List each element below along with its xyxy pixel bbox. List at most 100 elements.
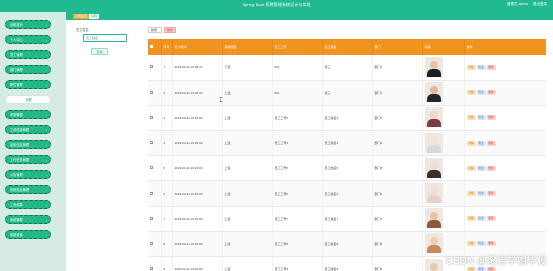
- sidebar-item-label: 员工管理: [10, 53, 23, 57]
- edit-button[interactable]: 修改: [476, 241, 486, 247]
- edit-button[interactable]: 修改: [476, 165, 486, 171]
- cell-time: 2023-03-21 16:09:33: [172, 80, 223, 106]
- detail-button[interactable]: 详情: [466, 90, 476, 96]
- breadcrumb-home[interactable]: 系统首页: [73, 14, 90, 19]
- sidebar-item[interactable]: 工资结算 ›: [5, 200, 51, 209]
- sidebar-item-label: 工资结算: [10, 203, 23, 207]
- cell-avatar: [422, 80, 465, 106]
- cell-dept: 部门6: [372, 180, 423, 207]
- row-checkbox-cell[interactable]: [148, 231, 162, 258]
- edit-button[interactable]: 修改: [476, 115, 486, 121]
- row-checkbox-cell[interactable]: [148, 180, 162, 207]
- sidebar-item-label: 职位管理: [10, 83, 23, 87]
- delete-button[interactable]: 删除: [486, 191, 496, 197]
- detail-button[interactable]: 详情: [466, 64, 476, 70]
- edit-button[interactable]: 修改: [476, 140, 486, 146]
- avatar-body: [426, 144, 441, 153]
- edit-button[interactable]: 修改: [476, 216, 486, 222]
- chevron-right-icon: ›: [46, 187, 47, 192]
- row-checkbox-cell[interactable]: [148, 55, 162, 81]
- cell-emp-no: 员工工号4: [272, 130, 323, 157]
- batch-delete-button[interactable]: 删除: [164, 27, 176, 33]
- row-checkbox[interactable]: [150, 191, 153, 195]
- cell-actions: 详情 修改 删除: [464, 155, 546, 182]
- sidebar-item[interactable]: 职位管理 ›: [5, 80, 51, 89]
- sidebar-item[interactable]: 请假: [5, 95, 51, 104]
- cell-index: 7: [161, 206, 173, 232]
- row-checkbox[interactable]: [150, 166, 153, 170]
- sidebar-item[interactable]: 个人中心 ›: [5, 35, 51, 44]
- delete-button[interactable]: 删除: [486, 216, 496, 222]
- sidebar-item[interactable]: 系统设置 ›: [5, 230, 51, 239]
- row-checkbox-cell[interactable]: [148, 256, 162, 271]
- sidebar-item[interactable]: 部门管理 ›: [5, 65, 51, 74]
- search-input[interactable]: [83, 34, 127, 42]
- select-all-checkbox[interactable]: [150, 45, 153, 48]
- sidebar-item[interactable]: 加班信息管理 ›: [5, 140, 51, 149]
- detail-button[interactable]: 详情: [466, 216, 476, 222]
- delete-button[interactable]: 删除: [486, 241, 496, 247]
- row-checkbox[interactable]: [150, 115, 153, 119]
- row-checkbox[interactable]: [150, 141, 153, 145]
- avatar: [424, 233, 443, 254]
- detail-button[interactable]: 详情: [466, 140, 476, 146]
- detail-button[interactable]: 详情: [466, 241, 476, 247]
- avatar-face: [429, 187, 438, 196]
- cell-index: 5: [161, 155, 173, 182]
- edit-button[interactable]: 修改: [476, 191, 486, 197]
- search-button[interactable]: 查询: [91, 48, 108, 55]
- detail-button[interactable]: 详情: [466, 191, 476, 197]
- cell-index: 6: [161, 180, 173, 207]
- sidebar-item[interactable]: 系统信息管理 ›: [5, 185, 51, 194]
- delete-button[interactable]: 删除: [486, 140, 496, 146]
- sidebar-item-label: 请假: [25, 98, 32, 102]
- row-checkbox[interactable]: [150, 216, 153, 220]
- cell-index: 8: [161, 231, 173, 258]
- detail-button[interactable]: 详情: [466, 165, 476, 171]
- row-checkbox-cell[interactable]: [148, 206, 162, 232]
- logout-link[interactable]: 退出登录: [533, 2, 547, 6]
- cell-time: 2023-03-21 16:20:99: [172, 105, 223, 132]
- chevron-right-icon: ›: [46, 22, 47, 27]
- row-checkbox[interactable]: [150, 241, 153, 245]
- row-checkbox-cell[interactable]: [148, 105, 162, 132]
- cell-time: 2023-03-21 16:20:99: [172, 155, 223, 182]
- row-checkbox-cell[interactable]: [148, 155, 162, 182]
- cell-actions: 详情 修改 删除: [464, 105, 546, 132]
- sidebar-item[interactable]: 员工管理 ›: [5, 50, 51, 59]
- delete-button[interactable]: 删除: [486, 266, 496, 271]
- delete-button[interactable]: 删除: [486, 115, 496, 121]
- avatar: [424, 56, 443, 77]
- delete-button[interactable]: 删除: [486, 90, 496, 96]
- sidebar-item[interactable]: 公告管理 ›: [5, 170, 51, 179]
- sidebar-item[interactable]: 工资信息管理 ›: [5, 125, 51, 134]
- row-checkbox[interactable]: [150, 90, 153, 94]
- row-checkbox[interactable]: [150, 267, 153, 271]
- breadcrumb-bar: [66, 12, 553, 20]
- row-checkbox-cell[interactable]: [148, 130, 162, 157]
- avatar-body: [426, 169, 441, 178]
- edit-button[interactable]: 修改: [476, 90, 486, 96]
- cell-index: 4: [161, 130, 173, 157]
- table-row: 4 2023-03-21 16:20:99 上班 员工工号4 员工姓名4 部门4 详情 修改删…: [148, 130, 546, 157]
- sidebar-item[interactable]: 系统管理 ›: [5, 215, 51, 224]
- detail-button[interactable]: 详情: [466, 115, 476, 121]
- column-header: 操作: [464, 39, 546, 55]
- edit-button[interactable]: 修改: [476, 64, 486, 70]
- chevron-right-icon: ›: [46, 142, 47, 147]
- delete-button[interactable]: 删除: [486, 64, 496, 70]
- add-button[interactable]: 新增: [148, 27, 162, 33]
- avatar-face: [429, 111, 438, 120]
- detail-button[interactable]: 详情: [466, 266, 476, 271]
- avatar-face: [429, 262, 438, 271]
- sidebar-item[interactable]: 工作任务管理 ›: [5, 155, 51, 164]
- edit-button[interactable]: 修改: [476, 266, 486, 271]
- select-all-checkbox-cell[interactable]: [148, 39, 162, 55]
- sidebar-item[interactable]: 考勤管理 ›: [5, 110, 51, 119]
- cell-dept: 部门8: [372, 231, 423, 258]
- sidebar-item[interactable]: 系统首页 ›: [5, 20, 51, 29]
- column-header: 部门: [372, 39, 423, 55]
- row-checkbox[interactable]: [150, 65, 153, 69]
- row-checkbox-cell[interactable]: [148, 80, 162, 106]
- delete-button[interactable]: 删除: [486, 165, 496, 171]
